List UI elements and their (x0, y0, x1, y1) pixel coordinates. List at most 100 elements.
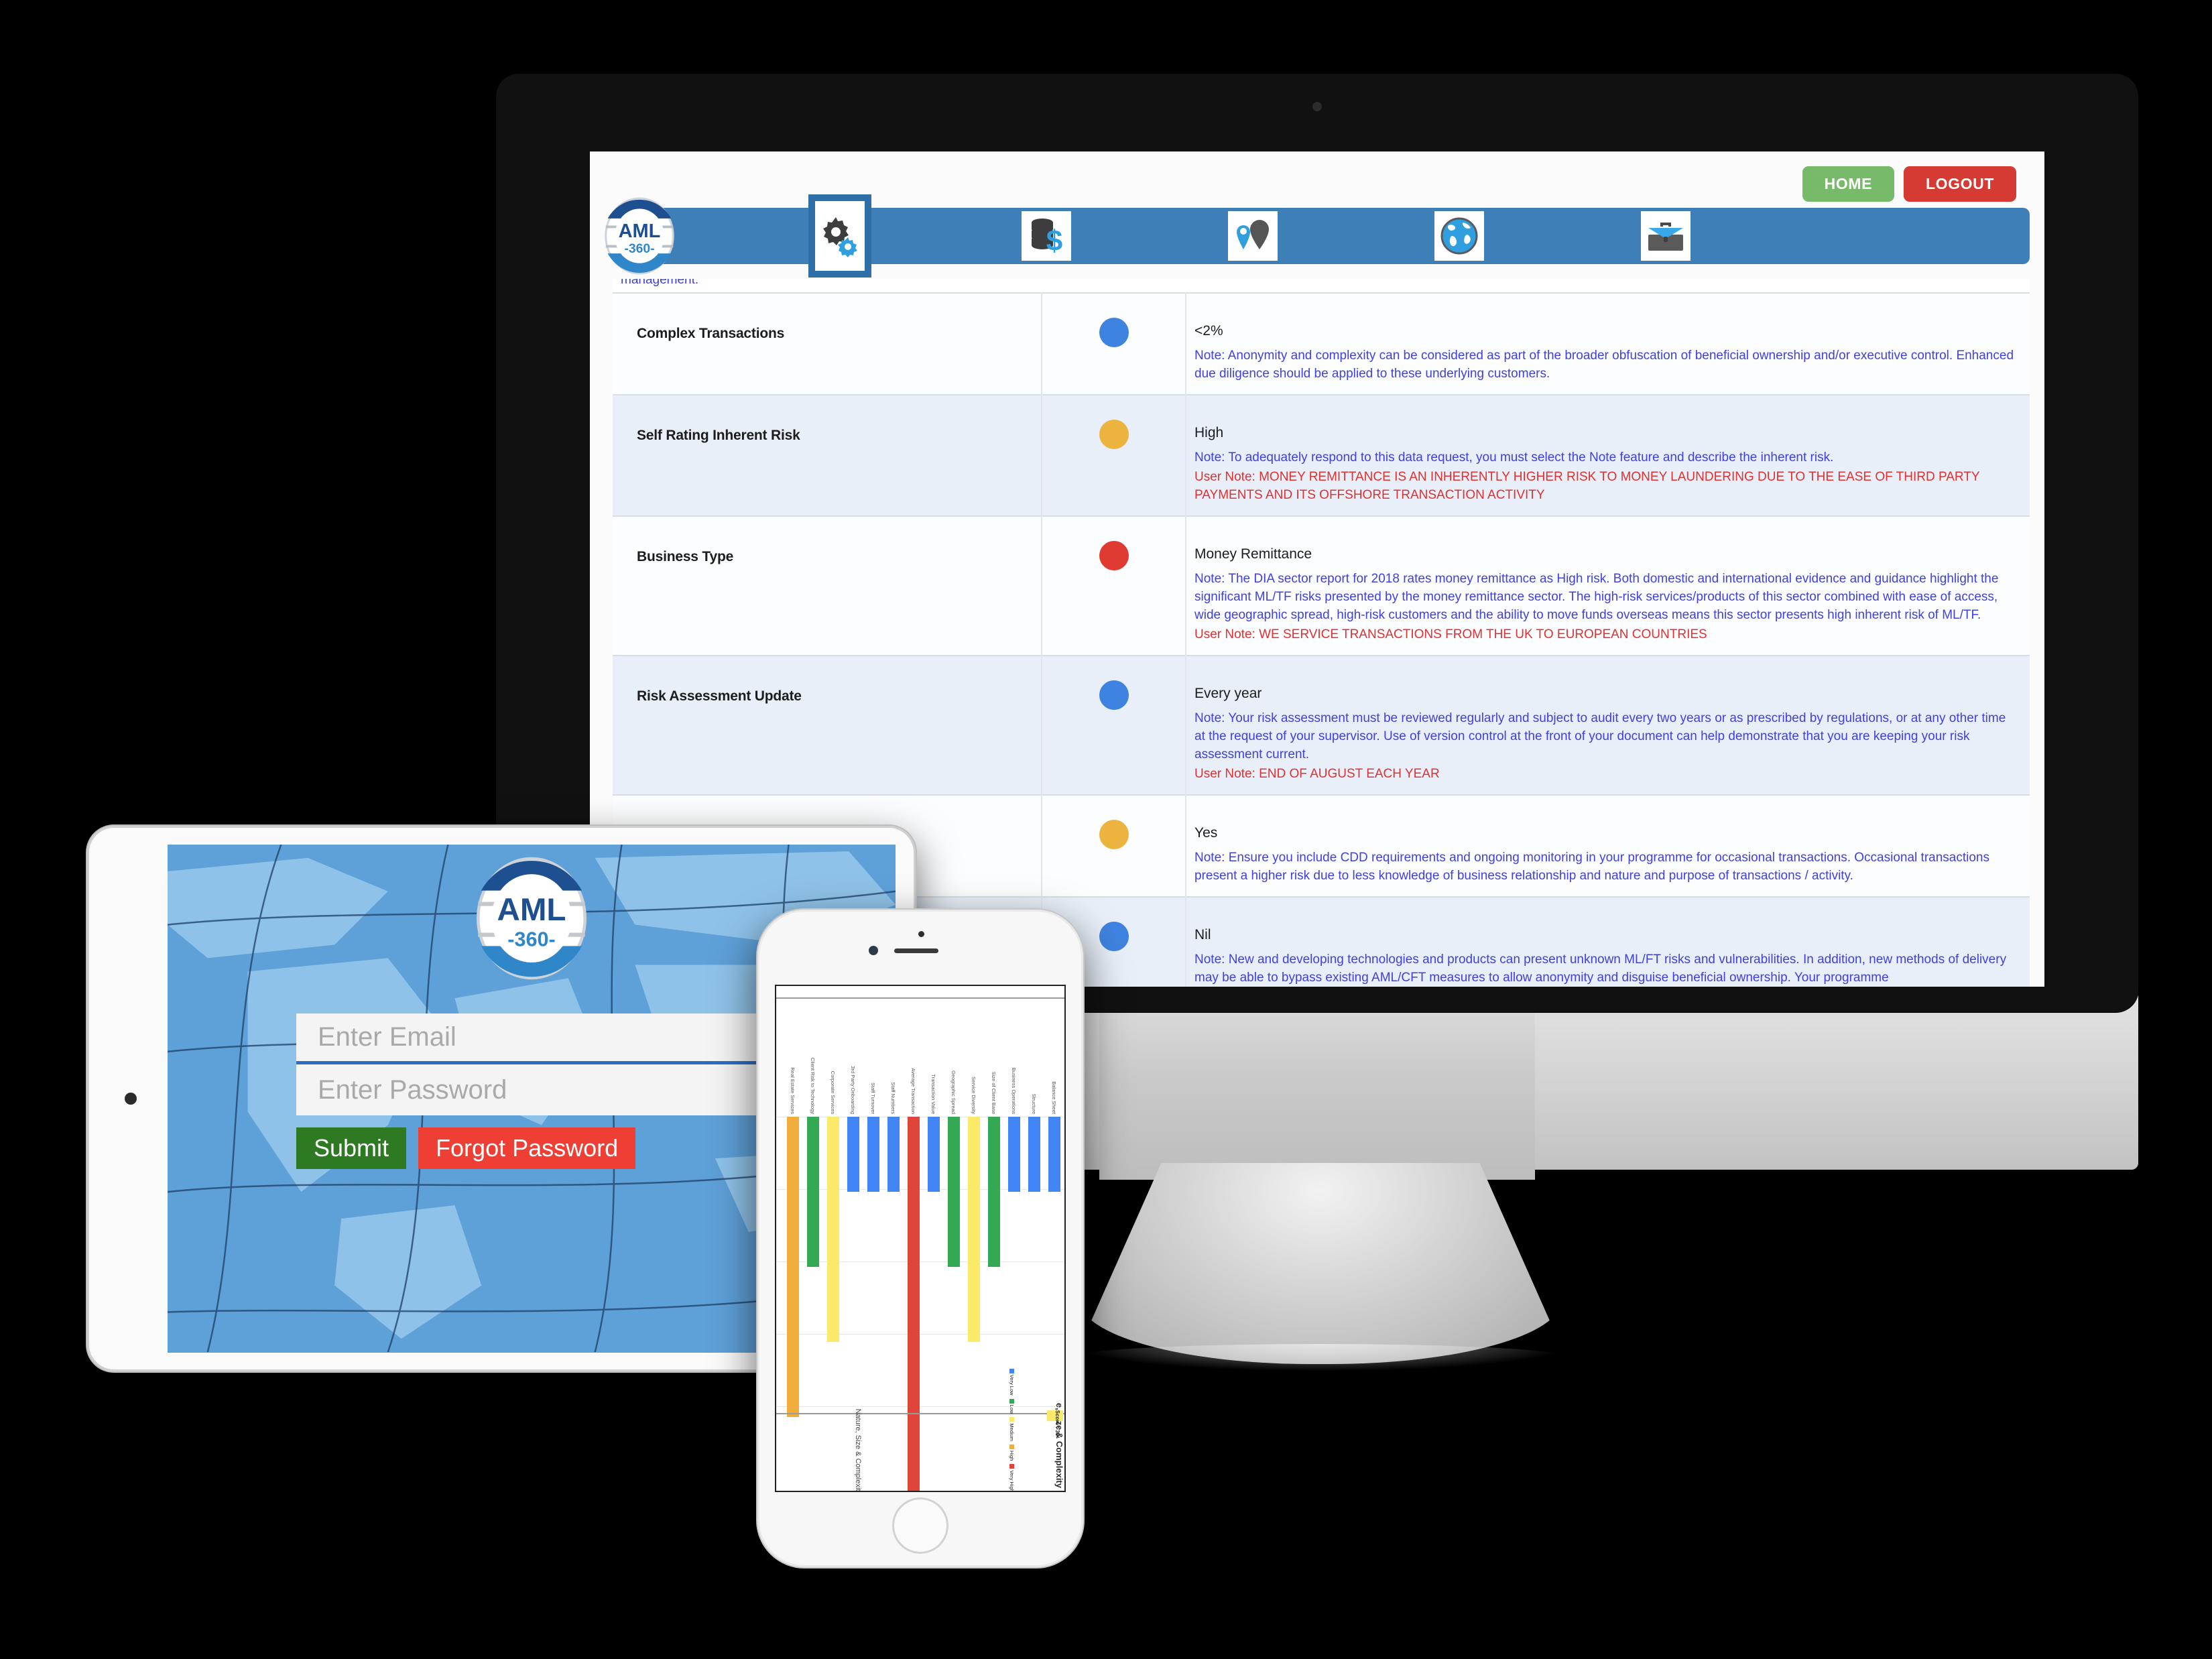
row-user-note: User Note: WE SERVICE TRANSACTIONS FROM … (1194, 627, 1707, 641)
chart-plot-area: Balance Sheet Structure Business Operation… (776, 999, 1064, 1491)
chart-bar (1048, 1116, 1060, 1192)
chart-category-label: Staff Numbers (890, 1081, 897, 1114)
legend-label: High (1009, 1450, 1015, 1461)
svg-text:-360-: -360- (624, 242, 654, 256)
row-value: Nil (1194, 926, 1211, 942)
risk-dot (1099, 419, 1129, 449)
row-label: Complex Transactions (637, 326, 785, 341)
coins-dollar-icon: $ (1032, 219, 1062, 257)
chart-category-label: Staff Turnover (870, 1082, 877, 1114)
chart-left-rule (776, 986, 1064, 999)
chart-bars: Balance Sheet Structure Business Operation… (776, 999, 1064, 1491)
nav-item-settings[interactable] (808, 194, 871, 278)
earpiece-speaker-icon (894, 948, 938, 953)
svg-text:AML: AML (497, 892, 566, 928)
chart-bar-row: Average Transaction (904, 999, 924, 1491)
nav-item-finance[interactable]: $ (1022, 211, 1071, 261)
home-button[interactable]: HOME (1802, 166, 1895, 202)
top-action-bar: HOME LOGOUT (1802, 166, 2016, 202)
chart-category-label: Client Risk to Technology (810, 1057, 816, 1114)
legend-label: Low (1009, 1404, 1015, 1414)
chart-category-label: 3rd Party Onboarding (850, 1065, 857, 1114)
legend-item: Medium (1009, 1416, 1015, 1441)
chart-bar (887, 1116, 900, 1192)
screenshot-stage: HOME LOGOUT AML -360- $ management. Comp… (0, 0, 2212, 1659)
chart-bar (787, 1116, 799, 1417)
chart-bar (1008, 1116, 1020, 1192)
legend-swatch (1009, 1463, 1014, 1469)
legend-item: Low (1009, 1398, 1015, 1414)
risk-bar-chart[interactable]: Balance Sheet Structure Business Operation… (776, 986, 1064, 1492)
chart-bar-row: Structure (1024, 999, 1044, 1410)
chart-category-label: Service Diversity (971, 1076, 977, 1114)
chart-bar (948, 1116, 960, 1267)
legend-item: High (1009, 1444, 1015, 1461)
row-value: Yes (1194, 824, 1218, 841)
chart-category-label: Corporate Services (830, 1070, 837, 1114)
cut-off-note-line: management. (621, 279, 699, 286)
chart-bar (968, 1116, 980, 1342)
chart-bar (847, 1116, 859, 1192)
svg-text:$: $ (1046, 225, 1062, 257)
row-value: <2% (1194, 323, 1223, 339)
chart-category-label: Size of Client Base (991, 1071, 997, 1114)
nav-item-business[interactable] (1641, 211, 1691, 261)
svg-text:-360-: -360- (507, 928, 556, 950)
chart-axis-label: Nature, Size & Complexity (854, 1408, 862, 1492)
legend-swatch (1009, 1398, 1014, 1404)
proximity-sensor-icon (918, 931, 924, 937)
chart-category-label: Geographic Spread (950, 1070, 957, 1114)
chart-bar-row: Geographic Spread (944, 999, 964, 1410)
row-label: Self Rating Inherent Risk (637, 427, 800, 443)
imac-stand-foot (1079, 1163, 1562, 1364)
svg-text:AML: AML (619, 221, 661, 242)
chart-category-label: Business Operations (1011, 1067, 1018, 1114)
chart-bar (988, 1116, 1000, 1267)
forgot-password-button[interactable]: Forgot Password (418, 1127, 636, 1169)
legend-label: Very High (1009, 1469, 1015, 1492)
chart-bar (827, 1116, 839, 1342)
iphone-screen: Balance Sheet Structure Business Operation… (775, 985, 1066, 1492)
chart-bar (867, 1116, 879, 1192)
legend-swatch (1009, 1416, 1014, 1422)
risk-dot (1099, 819, 1129, 849)
chart-bar-row: Client Risk to Technology (803, 999, 823, 1410)
chart-category-label: Structure (1031, 1093, 1038, 1114)
row-note: Note: Anonymity and complexity can be co… (1194, 349, 2014, 381)
legend-swatch (1009, 1444, 1014, 1449)
chart-bar-row: Staff Numbers (883, 999, 904, 1410)
risk-dot (1099, 318, 1129, 347)
risk-dot (1099, 921, 1129, 951)
front-camera-icon (869, 946, 878, 955)
nav-item-customers[interactable] (1228, 211, 1278, 261)
ipad-home-button[interactable] (125, 1093, 137, 1105)
main-navbar: AML -360- $ (605, 194, 2030, 278)
legend-swatch (1009, 1368, 1014, 1373)
person-location-icon (1237, 220, 1269, 249)
iphone-device: Balance Sheet Structure Business Operation… (756, 908, 1085, 1569)
globe-icon (1440, 217, 1478, 255)
aml360-logo-icon: AML -360- (605, 197, 674, 275)
chart-bar-row: Service Diversity (964, 999, 984, 1410)
row-user-note: User Note: END OF AUGUST EACH YEAR (1194, 766, 1440, 781)
row-label: Business Type (637, 548, 734, 564)
table-row[interactable]: Self Rating Inherent Risk High Note: To … (613, 393, 2030, 516)
nav-item-geography[interactable] (1434, 211, 1484, 261)
chart-category-label: Average Transaction (910, 1067, 917, 1114)
logout-button[interactable]: LOGOUT (1904, 166, 2016, 202)
row-note: Note: Ensure you include CDD requirement… (1194, 850, 1989, 883)
table-row[interactable]: Business Type Money Remittance Note: The… (613, 515, 2030, 656)
chart-bar-row: Balance Sheet (1044, 999, 1064, 1410)
chart-bar (1028, 1116, 1040, 1192)
iphone-home-button[interactable] (892, 1497, 948, 1554)
risk-dot (1099, 540, 1129, 570)
chart-legend: Very Low Low Medium High Very High (1009, 1368, 1015, 1491)
chart-category-label: Real Estate Services (790, 1066, 796, 1114)
legend-item: Very High (1009, 1463, 1015, 1492)
row-value: High (1194, 424, 1224, 440)
submit-button[interactable]: Submit (296, 1127, 407, 1169)
table-row[interactable]: Risk Assessment Update Every year Note: … (613, 654, 2030, 795)
chart-bar-row: Staff Turnover (863, 999, 883, 1410)
table-row[interactable]: Complex Transactions <2% Note: Anonymity… (613, 292, 2030, 395)
aml360-logo-icon: AML -360- (476, 857, 587, 980)
